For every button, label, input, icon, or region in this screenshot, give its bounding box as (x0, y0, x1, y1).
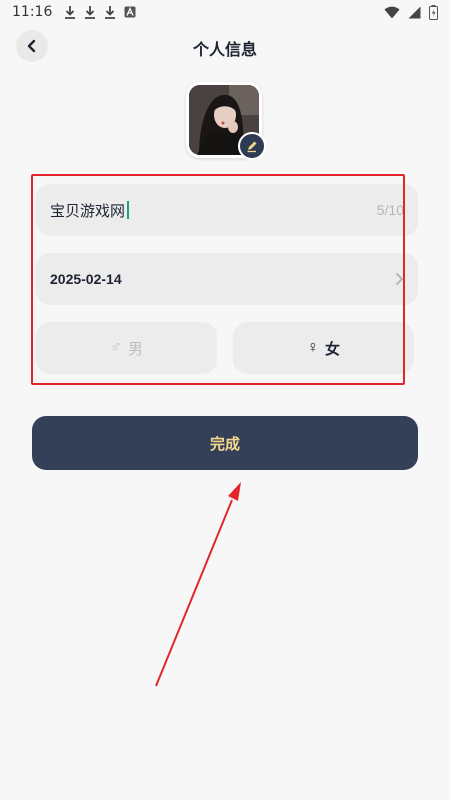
notification-icons (64, 5, 136, 19)
download-icon (65, 6, 76, 19)
pencil-icon (247, 141, 257, 153)
annotation-highlight-box (31, 174, 405, 385)
system-icons (384, 4, 438, 20)
wifi-icon (384, 6, 400, 19)
download-icon (85, 6, 96, 19)
status-time: 11:16 (12, 4, 53, 20)
download-icon (105, 6, 116, 19)
done-button-label: 完成 (209, 435, 240, 453)
header: 个人信息 (0, 28, 450, 66)
page-title: 个人信息 (192, 42, 257, 59)
done-button[interactable]: 完成 (32, 416, 418, 470)
battery-icon (429, 4, 438, 20)
app-a-icon (124, 6, 136, 18)
status-bar: 11:16 (0, 0, 450, 24)
personal-info-screen: 11:16 个人信息 宝贝游戏网 5/10 2025-02-14 ♂ 男 ♀ 女… (0, 0, 450, 800)
avatar-container[interactable] (186, 82, 266, 160)
edit-avatar-button[interactable] (238, 132, 266, 160)
signal-icon (408, 6, 421, 18)
